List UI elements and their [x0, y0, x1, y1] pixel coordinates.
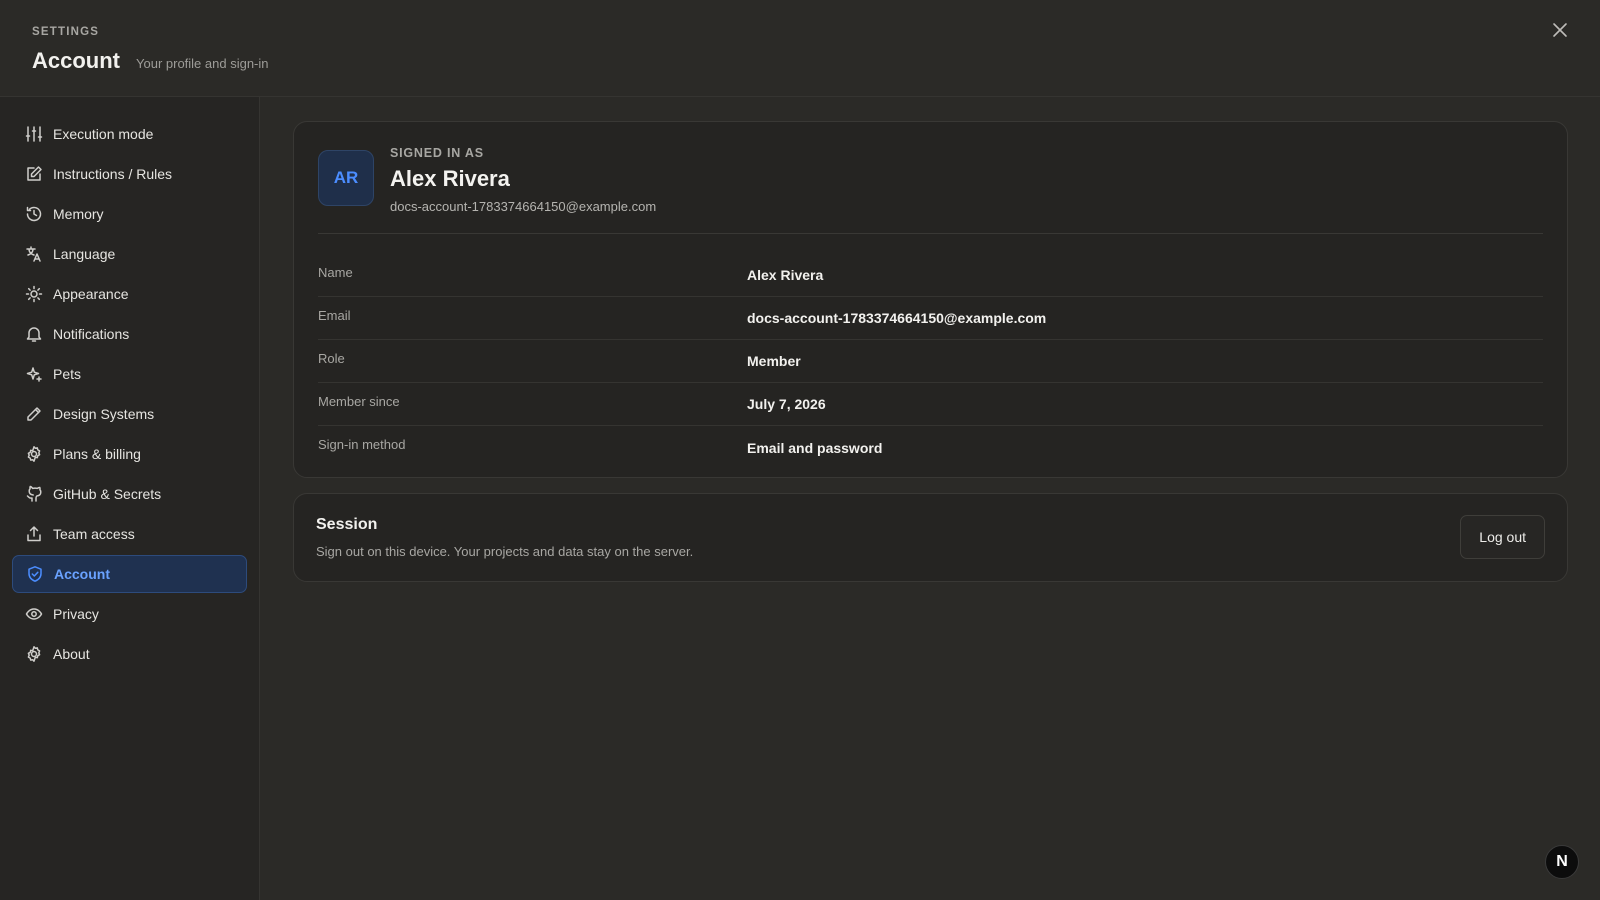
detail-row-role: Role Member: [318, 340, 1543, 383]
sidebar-item-label: Notifications: [53, 326, 130, 342]
session-title: Session: [316, 516, 378, 533]
sidebar-item-design-systems[interactable]: Design Systems: [12, 395, 247, 433]
sidebar-item-instructions-rules[interactable]: Instructions / Rules: [12, 155, 247, 193]
signed-in-label: SIGNED IN AS: [390, 146, 484, 160]
divider: [318, 233, 1543, 234]
pencil-icon: [27, 407, 41, 421]
sidebar-item-about[interactable]: About: [12, 635, 247, 673]
shield-check-icon: [28, 566, 42, 582]
sidebar-item-label: Plans & billing: [53, 446, 141, 462]
settings-eyebrow: SETTINGS: [32, 26, 100, 38]
page-title: Account: [32, 48, 120, 73]
row-value: Alex Rivera: [747, 267, 824, 283]
detail-row-member-since: Member since July 7, 2026: [318, 383, 1543, 426]
close-button[interactable]: [1548, 18, 1572, 42]
sidebar-item-plans-billing[interactable]: Plans & billing: [12, 435, 247, 473]
sidebar-item-label: Design Systems: [53, 406, 155, 422]
edit-icon: [27, 166, 42, 181]
sidebar-item-label: Appearance: [53, 286, 129, 302]
sidebar-item-label: Pets: [53, 366, 82, 382]
sidebar-item-team-access[interactable]: Team access: [12, 515, 247, 553]
sidebar-item-label: Language: [53, 246, 116, 262]
avatar: AR: [318, 150, 374, 206]
history-icon: [26, 206, 42, 222]
profile-card: AR SIGNED IN AS Alex Rivera docs-account…: [293, 121, 1568, 478]
sidebar-item-execution-mode[interactable]: Execution mode: [12, 115, 247, 153]
settings-header: SETTINGS Account Your profile and sign-i…: [0, 0, 1600, 97]
sidebar-item-label: GitHub & Secrets: [53, 486, 162, 502]
sun-icon: [25, 285, 43, 303]
sidebar-item-account[interactable]: Account: [12, 555, 247, 593]
logout-button[interactable]: Log out: [1460, 515, 1545, 559]
main-content: AR SIGNED IN AS Alex Rivera docs-account…: [261, 97, 1600, 900]
row-value: Member: [747, 353, 801, 369]
sidebar-item-label: Instructions / Rules: [53, 166, 173, 182]
sidebar-item-label: Memory: [53, 206, 104, 222]
sidebar-item-label: Privacy: [53, 606, 99, 622]
sidebar-item-privacy[interactable]: Privacy: [12, 595, 247, 633]
translate-icon: [26, 246, 41, 262]
row-value: Email and password: [747, 439, 883, 456]
row-value: docs-account-1783374664150@example.com: [747, 310, 1047, 326]
sidebar-item-github-secrets[interactable]: GitHub & Secrets: [12, 475, 247, 513]
detail-row-email: Email docs-account-1783374664150@example…: [318, 297, 1543, 340]
profile-details: Name Alex Rivera Email docs-account-1783…: [318, 254, 1543, 469]
gear-icon: [27, 646, 41, 662]
detail-row-sign-in-method: Sign-in method Email and password: [318, 426, 1543, 469]
share-icon: [27, 526, 41, 542]
row-label: Name: [318, 264, 353, 280]
sidebar-item-label: About: [53, 646, 90, 662]
sidebar-item-memory[interactable]: Memory: [12, 195, 247, 233]
session-card: Session Sign out on this device. Your pr…: [293, 493, 1568, 582]
sliders-icon: [25, 126, 43, 142]
sidebar-item-pets[interactable]: Pets: [12, 355, 247, 393]
row-value: July 7, 2026: [747, 396, 826, 412]
bell-icon: [26, 327, 42, 342]
gear-icon: [27, 446, 41, 462]
page-subtitle: Your profile and sign-in: [136, 56, 269, 71]
sparkle-icon: [26, 367, 42, 382]
title-row: Account Your profile and sign-in: [32, 48, 269, 74]
github-icon: [26, 485, 42, 502]
close-icon: [1553, 23, 1567, 37]
sidebar-item-label: Execution mode: [53, 126, 154, 142]
sidebar-item-label: Account: [54, 566, 110, 582]
sidebar-item-notifications[interactable]: Notifications: [12, 315, 247, 353]
sidebar-item-appearance[interactable]: Appearance: [12, 275, 247, 313]
detail-row-name: Name Alex Rivera: [318, 254, 1543, 297]
row-label: Member since: [318, 393, 400, 409]
app-badge-button[interactable]: N: [1545, 845, 1579, 879]
profile-name: Alex Rivera: [390, 166, 510, 191]
row-label: Sign-in method: [318, 437, 406, 452]
eye-icon: [25, 608, 43, 620]
settings-sidebar: Execution mode Instructions / Rules Memo…: [0, 97, 260, 900]
sidebar-item-language[interactable]: Language: [12, 235, 247, 273]
row-label: Email: [318, 307, 351, 323]
session-description: Sign out on this device. Your projects a…: [316, 544, 694, 559]
sidebar-item-label: Team access: [53, 526, 135, 542]
row-label: Role: [318, 350, 345, 366]
profile-email: docs-account-1783374664150@example.com: [390, 199, 657, 214]
